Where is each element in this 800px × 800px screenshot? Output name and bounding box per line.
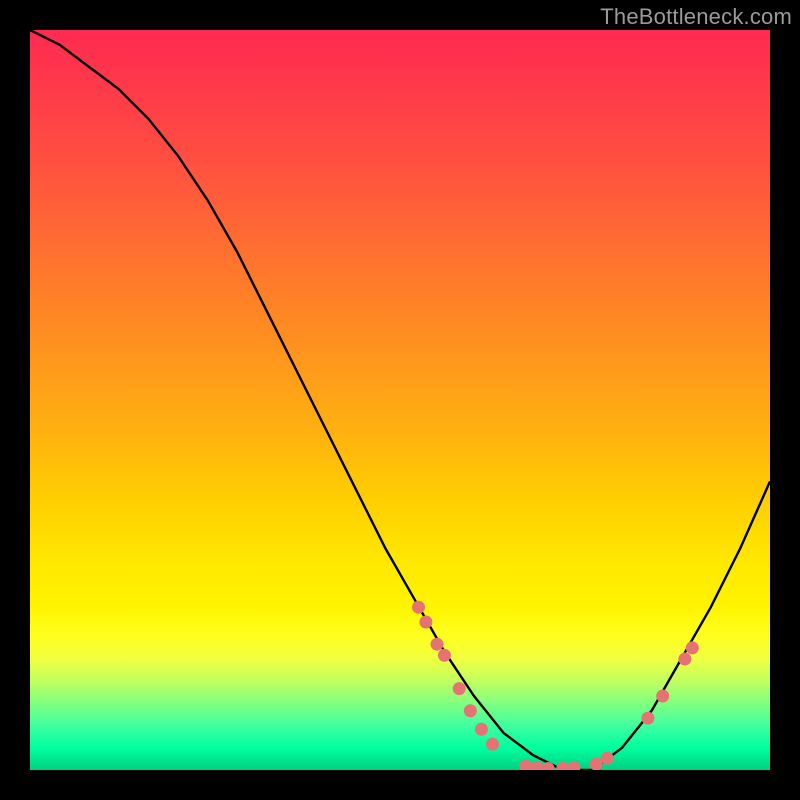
- data-marker: [656, 690, 669, 703]
- data-marker: [530, 761, 543, 770]
- data-marker: [678, 653, 691, 666]
- chart-area: [30, 30, 770, 770]
- data-marker: [453, 682, 466, 695]
- data-marker: [542, 762, 555, 770]
- data-marker: [641, 712, 654, 725]
- data-marker: [601, 752, 614, 765]
- data-marker: [438, 649, 451, 662]
- marker-group: [412, 601, 699, 770]
- data-marker: [556, 762, 569, 770]
- data-marker: [686, 641, 699, 654]
- data-marker: [419, 616, 432, 629]
- curve-line: [30, 30, 770, 770]
- data-marker: [519, 760, 532, 770]
- data-marker: [486, 738, 499, 751]
- data-marker: [475, 723, 488, 736]
- data-marker: [590, 758, 603, 770]
- attribution-label: TheBottleneck.com: [600, 4, 792, 30]
- data-marker: [464, 704, 477, 717]
- data-marker: [567, 761, 580, 770]
- data-marker: [431, 638, 444, 651]
- data-marker: [412, 601, 425, 614]
- chart-svg: [30, 30, 770, 770]
